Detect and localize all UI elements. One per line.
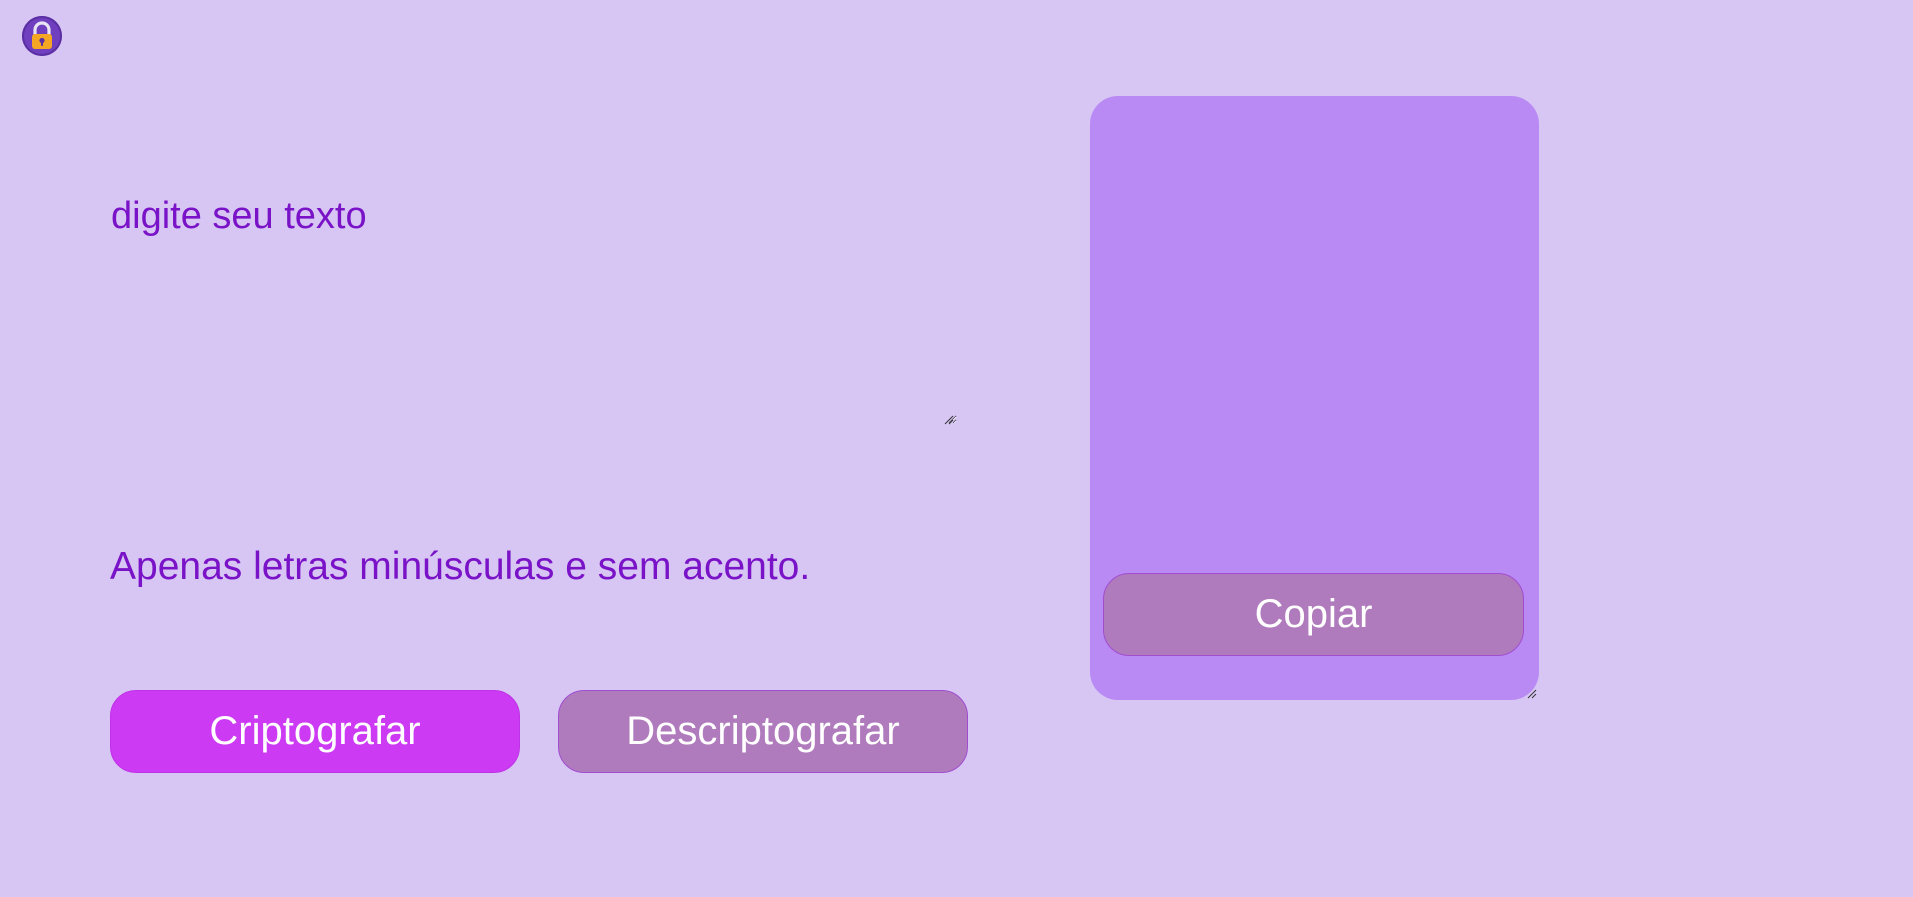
lock-logo-icon — [22, 16, 62, 56]
text-input[interactable] — [111, 190, 957, 424]
input-hint: Apenas letras minúsculas e sem acento. — [110, 545, 811, 588]
lock-icon — [32, 21, 52, 49]
resize-handle-icon[interactable] — [944, 415, 954, 425]
output-text — [1114, 116, 1515, 556]
output-panel: Copiar — [1090, 96, 1539, 700]
decrypt-button[interactable]: Descriptografar — [558, 690, 968, 773]
resize-handle-icon[interactable] — [1527, 689, 1537, 699]
copy-button[interactable]: Copiar — [1103, 573, 1524, 656]
encrypt-button[interactable]: Criptografar — [110, 690, 520, 773]
